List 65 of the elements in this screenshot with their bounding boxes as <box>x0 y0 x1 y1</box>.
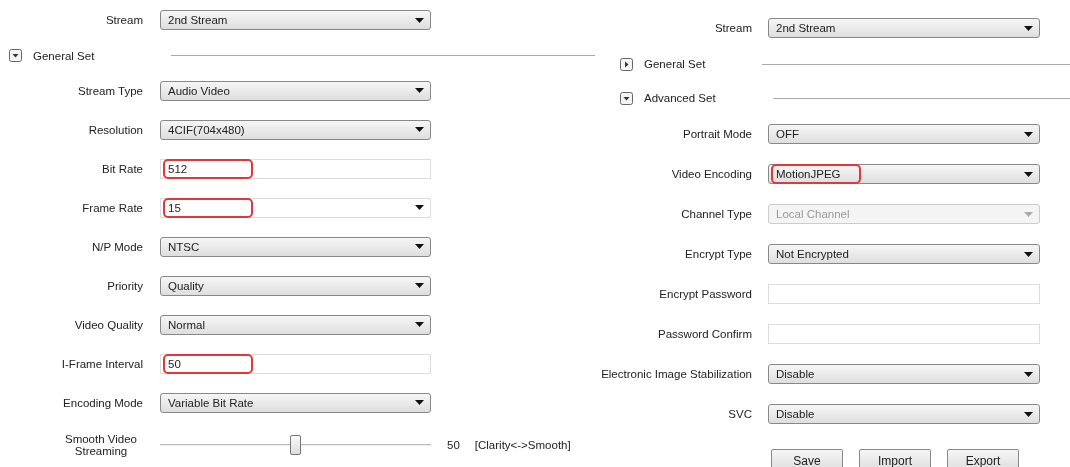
section-title[interactable]: Advanced Set <box>644 92 716 104</box>
field-label: Priority <box>107 279 143 292</box>
dropdown[interactable]: Audio Video <box>160 80 431 101</box>
dropdown[interactable]: 2nd Stream <box>160 10 431 30</box>
field-label: Stream <box>105 14 143 26</box>
dropdown[interactable]: MotionJPEG <box>768 164 1040 184</box>
field-label: Video Encoding <box>671 168 752 180</box>
caret-icon <box>415 205 424 210</box>
input-field[interactable]: 50 <box>160 353 431 374</box>
slider-hint: [Clarity<->Smooth] <box>474 439 571 451</box>
caret-icon <box>1024 25 1033 31</box>
caret-icon <box>415 400 424 405</box>
caret-icon <box>415 17 424 23</box>
input-field[interactable] <box>768 284 1040 304</box>
dropdown[interactable]: 15 <box>160 197 431 218</box>
caret-icon <box>1024 171 1033 177</box>
field-label: Encrypt Password <box>659 288 752 300</box>
field-label: Smooth Video Streaming <box>63 433 138 457</box>
action-button[interactable]: Save <box>771 449 843 467</box>
field-label: SVC <box>728 408 752 420</box>
caret-icon <box>1024 251 1033 257</box>
collapse-icon[interactable] <box>620 91 633 105</box>
dropdown[interactable]: Disable <box>768 404 1040 424</box>
dropdown[interactable]: Variable Bit Rate <box>160 392 431 413</box>
caret-icon <box>415 88 424 93</box>
caret-icon <box>1024 371 1033 377</box>
dropdown[interactable]: Disable <box>768 364 1040 384</box>
field-label: Frame Rate <box>82 201 143 214</box>
field-label: N/P Mode <box>92 240 143 253</box>
caret-icon <box>1024 211 1033 217</box>
field-label: Portrait Mode <box>682 128 752 140</box>
action-button[interactable]: Import <box>859 449 931 467</box>
field-label: Resolution <box>88 123 143 136</box>
field-label: Stream Type <box>78 84 143 97</box>
section-title[interactable]: General Set <box>644 58 706 70</box>
dropdown[interactable]: NTSC <box>160 236 431 257</box>
field-label: Encoding Mode <box>63 396 143 409</box>
dropdown[interactable]: OFF <box>768 124 1040 144</box>
input-field[interactable]: 512 <box>160 158 431 179</box>
dropdown[interactable]: Not Encrypted <box>768 244 1040 264</box>
field-label: Electronic Image Stabilization <box>601 368 752 380</box>
field-label: Encrypt Type <box>685 248 752 260</box>
action-button[interactable]: Export <box>947 449 1019 467</box>
slider-value: 50 <box>447 439 460 451</box>
dropdown[interactable]: 4CIF(704x480) <box>160 119 431 140</box>
section-title[interactable]: General Set <box>33 49 95 62</box>
expand-icon[interactable] <box>620 57 633 71</box>
caret-icon <box>415 127 424 132</box>
field-label: Password Confirm <box>658 328 752 340</box>
caret-icon <box>415 283 424 288</box>
field-label: Channel Type <box>681 208 752 220</box>
slider[interactable] <box>160 435 431 455</box>
field-label: Stream <box>714 22 752 34</box>
dropdown[interactable]: Normal <box>160 314 431 335</box>
field-label: Bit Rate <box>102 162 143 175</box>
field-label: I-Frame Interval <box>61 357 143 370</box>
caret-icon <box>1024 411 1033 417</box>
caret-icon <box>415 244 424 249</box>
field-label: Video Quality <box>74 318 143 331</box>
caret-icon <box>1024 131 1033 137</box>
dropdown[interactable]: 2nd Stream <box>768 18 1040 38</box>
dropdown[interactable]: Quality <box>160 275 431 296</box>
caret-icon <box>415 322 424 327</box>
collapse-icon[interactable] <box>9 49 22 62</box>
input-field[interactable] <box>768 324 1040 344</box>
